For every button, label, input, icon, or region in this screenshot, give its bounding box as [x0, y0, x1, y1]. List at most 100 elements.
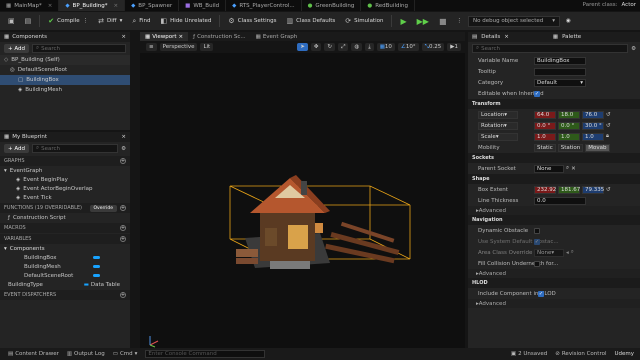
scale-z-input[interactable]: 1.0: [582, 132, 604, 141]
box-extent-x-input[interactable]: 232.92: [534, 185, 556, 194]
mobility-static-button[interactable]: Static: [534, 143, 556, 152]
diff-button[interactable]: ⇄ Diff ▾: [94, 14, 126, 28]
tab-construction-script[interactable]: ƒ Construction Sc...: [188, 32, 250, 41]
components-search-input[interactable]: ⌕ Search: [32, 44, 126, 53]
fill-collision-checkbox[interactable]: [534, 260, 540, 267]
step-button[interactable]: ▶▶: [413, 14, 433, 28]
scale-snap-button[interactable]: ⤡ 0.25: [421, 43, 445, 51]
hlod-section-header[interactable]: HLOD: [468, 278, 640, 288]
reset-icon[interactable]: ↺: [606, 187, 611, 193]
tab-redbuilding[interactable]: ● RedBuilding: [361, 0, 415, 11]
add-component-button[interactable]: + Add: [4, 44, 30, 53]
tab-greenbuilding[interactable]: ● GreenBuilding: [302, 0, 362, 11]
unsaved-button[interactable]: ▣ 2 Unsaved: [511, 351, 547, 357]
class-defaults-button[interactable]: ▥ Class Defaults: [282, 14, 339, 28]
stop-button[interactable]: ■: [435, 14, 451, 28]
category-select[interactable]: Default ▾: [534, 78, 586, 87]
close-icon[interactable]: ×: [48, 3, 53, 9]
location-z-input[interactable]: 76.0: [582, 110, 604, 119]
class-settings-button[interactable]: ⚙ Class Settings: [224, 14, 280, 28]
override-dropdown[interactable]: Override: [89, 204, 117, 212]
variable-item[interactable]: BuildingBox: [0, 253, 130, 262]
tab-event-graph[interactable]: ▦ Event Graph: [251, 32, 303, 41]
location-x-input[interactable]: 64.0: [534, 110, 556, 119]
dynamic-obstacle-checkbox[interactable]: [534, 227, 540, 234]
rotation-x-input[interactable]: 0.0 °: [534, 121, 556, 130]
close-icon[interactable]: ×: [121, 134, 126, 140]
close-icon[interactable]: ×: [179, 34, 184, 40]
hide-unrelated-button[interactable]: ◧ Hide Unrelated: [157, 14, 216, 28]
component-tree-item-self[interactable]: ◇ BP_Building (Self): [0, 55, 130, 65]
viewport-options-button[interactable]: ≡: [146, 43, 157, 51]
variable-item[interactable]: BuildingType ▬ Data Table: [0, 280, 130, 289]
reset-icon[interactable]: ↺: [606, 112, 611, 118]
components-variable-group[interactable]: ▾ Components: [0, 244, 130, 253]
tab-wb-build[interactable]: ■ WB_Build: [179, 0, 227, 11]
browse-button[interactable]: ▤: [21, 14, 36, 28]
variable-item[interactable]: DefaultSceneRoot: [0, 271, 130, 280]
select-tool-button[interactable]: ➤: [297, 43, 308, 51]
box-extent-y-input[interactable]: 181.67: [558, 185, 580, 194]
add-dispatcher-icon[interactable]: +: [120, 292, 126, 298]
event-item[interactable]: ◈ Event BeginPlay: [0, 175, 130, 184]
navigation-section-header[interactable]: Navigation: [468, 215, 640, 225]
surface-snap-button[interactable]: ⤓: [365, 43, 374, 51]
location-mode-select[interactable]: Location ▾: [478, 110, 518, 119]
blueprint-search-input[interactable]: ⌕ Search: [32, 144, 119, 153]
console-command-input[interactable]: Enter Console Command: [145, 350, 266, 358]
advanced-expander[interactable]: ▸ Advanced: [468, 299, 640, 308]
viewport-scene[interactable]: [140, 53, 465, 348]
event-item[interactable]: ◈ Event Tick: [0, 193, 130, 202]
chevron-down-icon[interactable]: ⋮: [83, 18, 89, 24]
details-search-input[interactable]: ⌕ Search: [472, 44, 629, 53]
lock-icon[interactable]: 🔒︎: [606, 133, 609, 140]
transform-section-header[interactable]: Transform: [468, 99, 640, 109]
rotation-z-input[interactable]: 30.0 °: [582, 121, 604, 130]
editable-inherited-checkbox[interactable]: ✓: [534, 90, 540, 97]
add-variable-icon[interactable]: +: [120, 236, 126, 242]
tab-rts-playercontrol[interactable]: ◆ RTS_PlayerControl...: [226, 0, 302, 11]
variables-section-header[interactable]: VARIABLES +: [0, 234, 130, 244]
area-class-select[interactable]: None ▾: [534, 248, 564, 257]
play-button[interactable]: ▶: [396, 14, 410, 28]
tooltip-input[interactable]: [534, 67, 586, 76]
event-graph-item[interactable]: ▾ EventGraph: [0, 166, 130, 175]
scale-y-input[interactable]: 1.0: [558, 132, 580, 141]
add-macro-icon[interactable]: +: [120, 225, 126, 231]
search-icon[interactable]: ⌕: [571, 249, 574, 256]
scale-x-input[interactable]: 1.0: [534, 132, 556, 141]
tab-bp-spawner[interactable]: ◆ BP_Spawner: [125, 0, 180, 11]
cmd-dropdown[interactable]: ▭ Cmd ▾: [113, 351, 138, 357]
tab-mainmap[interactable]: ▦ MainMap* ×: [0, 0, 60, 11]
add-function-icon[interactable]: +: [120, 205, 126, 211]
scale-mode-select[interactable]: Scale ▾: [478, 132, 518, 141]
search-icon[interactable]: ⌕: [566, 165, 569, 172]
variable-item[interactable]: BuildingMesh: [0, 262, 130, 271]
mobility-movable-button[interactable]: Movab: [585, 143, 610, 152]
rotation-y-input[interactable]: 0.0 °: [558, 121, 580, 130]
macros-section-header[interactable]: MACROS +: [0, 223, 130, 233]
tab-bp-building[interactable]: ◆ BP_Building* ×: [59, 0, 126, 11]
move-tool-button[interactable]: ✥: [310, 43, 322, 51]
camera-speed-button[interactable]: ▶ 1: [447, 43, 461, 51]
mobility-stationary-button[interactable]: Station: [557, 143, 584, 152]
tab-viewport[interactable]: ▦ Viewport ×: [140, 32, 189, 41]
lit-button[interactable]: Lit: [200, 43, 214, 51]
sockets-section-header[interactable]: Sockets: [468, 153, 640, 163]
close-icon[interactable]: ×: [121, 34, 126, 40]
add-member-button[interactable]: + Add: [4, 144, 30, 153]
functions-section-header[interactable]: FUNCTIONS (19 OVERRIDABLE) Override +: [0, 203, 130, 213]
event-item[interactable]: ◈ Event ActorBeginOverlap: [0, 184, 130, 193]
angle-snap-button[interactable]: ∠ 10°: [397, 43, 419, 51]
use-system-default-checkbox[interactable]: ✓: [534, 238, 540, 245]
advanced-expander[interactable]: ▸ Advanced: [468, 269, 640, 278]
close-icon[interactable]: ×: [504, 34, 509, 40]
event-dispatchers-section-header[interactable]: EVENT DISPATCHERS +: [0, 290, 130, 300]
graphs-section-header[interactable]: GRAPHS +: [0, 156, 130, 166]
component-tree-item-root[interactable]: ◎ DefaultSceneRoot: [0, 65, 130, 75]
output-log-button[interactable]: ▥ Output Log: [67, 351, 105, 357]
parent-socket-input[interactable]: None: [534, 164, 564, 173]
include-hlod-checkbox[interactable]: ✓: [538, 290, 544, 297]
add-graph-icon[interactable]: +: [120, 158, 126, 164]
box-extent-z-input[interactable]: 79.335: [582, 185, 604, 194]
